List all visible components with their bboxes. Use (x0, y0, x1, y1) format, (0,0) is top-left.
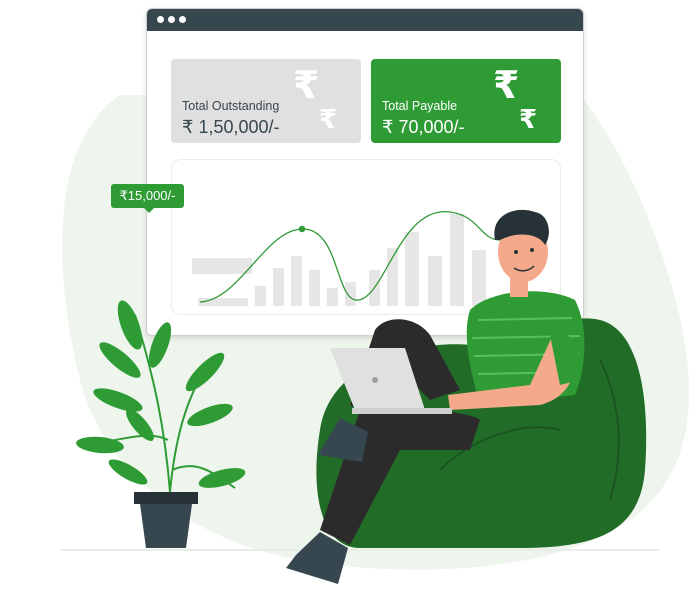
potted-plant (76, 300, 246, 548)
illustration (76, 209, 647, 584)
